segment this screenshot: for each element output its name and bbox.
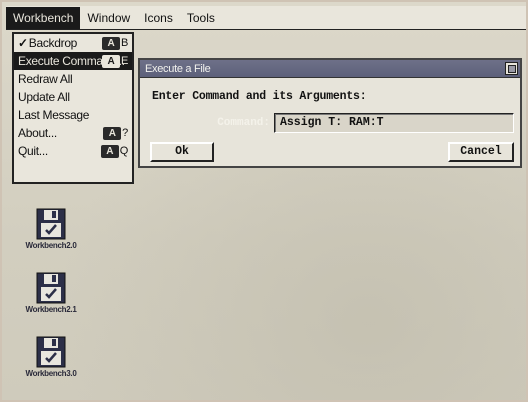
menu-item-label: Backdrop: [28, 36, 78, 50]
disk-icon-workbench21[interactable]: Workbench2.1: [16, 272, 86, 334]
prompt-heading: Enter Command and its Arguments:: [152, 90, 367, 103]
menu-item-label: Quit...: [18, 144, 48, 158]
checkmark-icon: ✓: [18, 36, 28, 50]
workbench-screen: Workbench Window Icons Tools ✓Backdrop A…: [0, 0, 528, 402]
menu-item-label: Last Message: [18, 108, 90, 122]
shortcut-key: Q: [119, 145, 129, 157]
menu-item-last-message[interactable]: Last Message: [14, 106, 132, 124]
disk-icon-workbench30[interactable]: Workbench3.0: [16, 336, 86, 398]
shortcut: A B: [101, 36, 128, 50]
menu-item-redraw-all[interactable]: Redraw All: [14, 70, 132, 88]
ok-button[interactable]: Ok: [150, 142, 214, 162]
depth-gadget-icon[interactable]: [505, 62, 518, 75]
disk-label: Workbench2.1: [25, 305, 77, 314]
floppy-disk-icon: [36, 272, 66, 304]
disk-label: Workbench3.0: [25, 369, 77, 378]
shortcut: A E: [101, 54, 128, 68]
menu-item-about[interactable]: About... A ?: [14, 124, 132, 142]
window-titlebar[interactable]: Execute a File: [140, 60, 520, 78]
menu-tools[interactable]: Tools: [180, 7, 222, 29]
menu-item-update-all[interactable]: Update All: [14, 88, 132, 106]
menu-icons[interactable]: Icons: [137, 7, 180, 29]
amiga-key-icon: A: [100, 144, 119, 158]
amiga-key-icon: A: [103, 126, 122, 140]
command-input[interactable]: Assign T: RAM:T: [274, 113, 514, 133]
execute-file-window: Execute a File Enter Command and its Arg…: [138, 58, 522, 168]
workbench-menu: ✓Backdrop A B Execute Command... A E Red…: [12, 32, 134, 184]
menu-item-label: Update All: [18, 90, 70, 104]
command-label: Command:: [217, 117, 270, 129]
floppy-disk-icon: [36, 336, 66, 368]
menu-item-label: About...: [18, 126, 57, 140]
cancel-button[interactable]: Cancel: [448, 142, 514, 162]
shortcut-key: E: [120, 55, 128, 67]
floppy-disk-icon: [36, 208, 66, 240]
menu-workbench[interactable]: Workbench: [6, 6, 81, 29]
shortcut-key: ?: [122, 127, 128, 139]
disk-icon-workbench20[interactable]: Workbench2.0: [16, 208, 86, 270]
menu-item-execute-command[interactable]: Execute Command... A E: [14, 52, 132, 70]
menu-item-label: Redraw All: [18, 72, 73, 86]
shortcut: A Q: [100, 144, 129, 158]
disk-label: Workbench2.0: [25, 241, 77, 250]
menu-window[interactable]: Window: [80, 7, 137, 29]
amiga-key-icon: A: [101, 36, 120, 50]
menu-item-quit[interactable]: Quit... A Q: [14, 142, 132, 160]
window-title: Execute a File: [145, 63, 211, 75]
amiga-key-icon: A: [101, 54, 120, 68]
shortcut: A ?: [103, 126, 128, 140]
menu-bar: Workbench Window Icons Tools: [6, 6, 526, 30]
menu-item-backdrop[interactable]: ✓Backdrop A B: [14, 34, 132, 52]
shortcut-key: B: [120, 37, 128, 49]
